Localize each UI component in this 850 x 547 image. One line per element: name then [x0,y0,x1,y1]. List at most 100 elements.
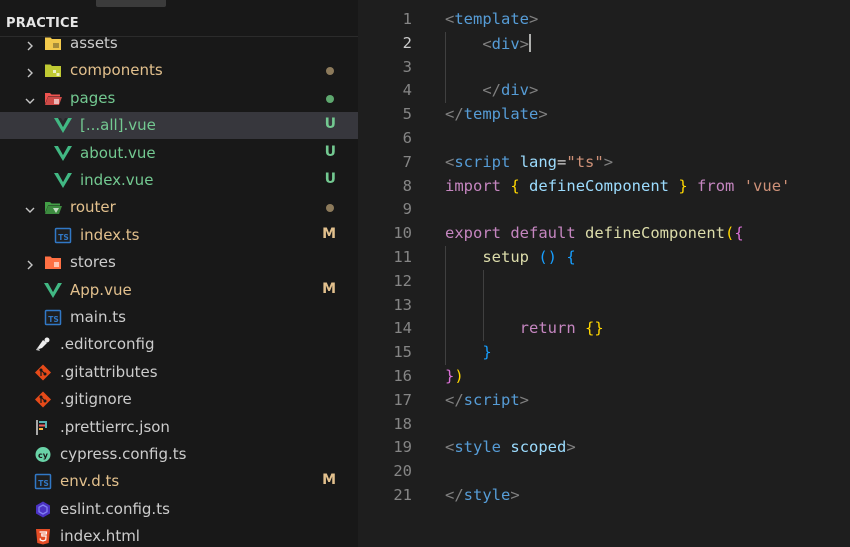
line-number: 6 [402,129,412,147]
tree-file[interactable]: App.vue M [0,277,358,304]
code-text: export default defineComponent({ [445,224,744,243]
folder-components-icon [44,62,62,79]
tree-file[interactable]: about.vue U [0,140,358,167]
tree-item-label: index.vue [80,171,154,189]
code-line[interactable]: 7 <script lang="ts"> [358,151,850,175]
cypress-file-icon: cy [34,446,52,463]
title-bar-tag [96,0,166,7]
code-line[interactable]: 4 </div> [358,79,850,103]
folder-pages-icon [44,90,62,107]
tree-item-label: assets [70,34,118,52]
code-line[interactable]: 6 [358,127,850,151]
tree-item-label: .gitattributes [60,362,158,381]
code-editor[interactable]: 1 <template> 2 <div> 3 4 </div> 5 </template> 6… [358,0,850,547]
code-line[interactable]: 9 [358,198,850,222]
tree-file[interactable]: .gitattributes [0,359,358,386]
code-text: </script> [445,390,530,409]
tree-item-label: env.d.ts [60,472,120,491]
code-text: <style scoped> [445,438,576,457]
folder-assets-icon [44,35,62,52]
code-text: return {} [519,319,604,338]
code-line[interactable]: 18 [358,413,850,437]
tree-file[interactable]: TS main.ts [0,304,358,331]
tree-item-label: index.ts [80,225,140,244]
tree-file[interactable]: TS env.d.ts M [0,468,358,495]
tree-folder-components[interactable]: components [0,57,358,84]
tree-file[interactable]: eslint.config.ts [0,496,358,523]
line-number: 10 [393,224,412,243]
chevron-down-icon[interactable] [24,92,36,104]
code-line[interactable]: 10 export default defineComponent({ [358,222,850,246]
tree-file[interactable]: cy cypress.config.ts [0,441,358,468]
svg-text:TS: TS [48,315,59,324]
code-text: <script lang="ts"> [445,152,614,171]
tree-folder-stores[interactable]: stores [0,249,358,276]
indent-guide [483,269,484,342]
code-text: </div> [482,81,539,100]
vue-file-icon [54,117,72,134]
code-line[interactable]: 15 } [358,341,850,365]
vue-file-icon [54,172,72,189]
code-text: }) [445,367,464,385]
code-line[interactable]: 20 [358,460,850,484]
code-line[interactable]: 2 <div> [358,32,850,56]
line-number: 3 [402,57,412,76]
tree-item-label: cypress.config.ts [60,445,187,463]
tree-folder-assets[interactable]: assets [0,30,358,57]
code-line[interactable]: 3 [358,56,850,80]
chevron-down-icon[interactable] [24,201,36,214]
tree-item-label: App.vue [70,280,132,299]
tree-file[interactable]: index.html [0,523,358,547]
tree-file[interactable]: .gitignore [0,386,358,413]
svg-text:TS: TS [58,233,69,242]
code-line[interactable]: 13 [358,294,850,318]
chevron-right-icon[interactable] [24,256,36,270]
tree-item-label: .editorconfig [60,335,155,354]
git-status-badge: U [324,143,336,160]
prettier-file-icon [34,419,52,436]
git-file-icon [34,364,52,381]
line-number: 2 [402,33,412,52]
folder-router-icon [44,199,62,216]
git-change-dot [326,67,334,76]
code-line[interactable]: 11 setup () { [358,246,850,270]
tree-file[interactable]: .editorconfig [0,331,358,358]
svg-text:TS: TS [38,479,49,488]
code-line[interactable]: 8 import { defineComponent } from 'vue' [358,175,850,199]
git-status-badge: U [324,171,336,187]
code-line[interactable]: 17 </script> [358,389,850,413]
editorconfig-file-icon [34,336,52,353]
eslint-file-icon [34,501,52,518]
explorer-section-title: PRACTICE [6,16,79,31]
vue-file-icon [44,282,62,299]
code-line[interactable]: 5 </template> [358,103,850,127]
tree-item-label: pages [70,88,116,107]
code-line[interactable]: 21 </style> [358,484,850,508]
explorer-sidebar: PRACTICE assets components pages [...all].v… [0,0,358,547]
code-line[interactable]: 14 return {} [358,317,850,341]
svg-text:cy: cy [38,451,49,460]
git-file-icon [34,391,52,408]
indent-guide [445,31,446,104]
line-number: 8 [402,176,412,195]
chevron-right-icon[interactable] [24,64,36,78]
tree-file[interactable]: [...all].vue U [0,112,358,140]
code-line[interactable]: 16}) [358,365,850,389]
tree-folder-pages[interactable]: pages [0,85,358,112]
line-number: 15 [393,343,412,362]
code-line[interactable]: 1 <template> [358,8,850,32]
line-number: 20 [393,462,412,481]
line-number: 1 [402,10,412,28]
tree-item-label: main.ts [70,308,126,326]
line-number: 12 [393,271,412,290]
line-number: 11 [393,248,412,266]
code-line[interactable]: 19 <style scoped> [358,436,850,460]
tree-file[interactable]: TS index.ts M [0,222,358,249]
tree-folder-router[interactable]: router [0,194,358,221]
code-line[interactable]: 12 [358,270,850,294]
chevron-right-icon[interactable] [24,37,36,51]
git-status-badge: M [322,225,336,242]
tree-file[interactable]: index.vue U [0,167,358,194]
tree-file[interactable]: .prettierrc.json [0,414,358,441]
git-status-badge: U [324,116,336,133]
